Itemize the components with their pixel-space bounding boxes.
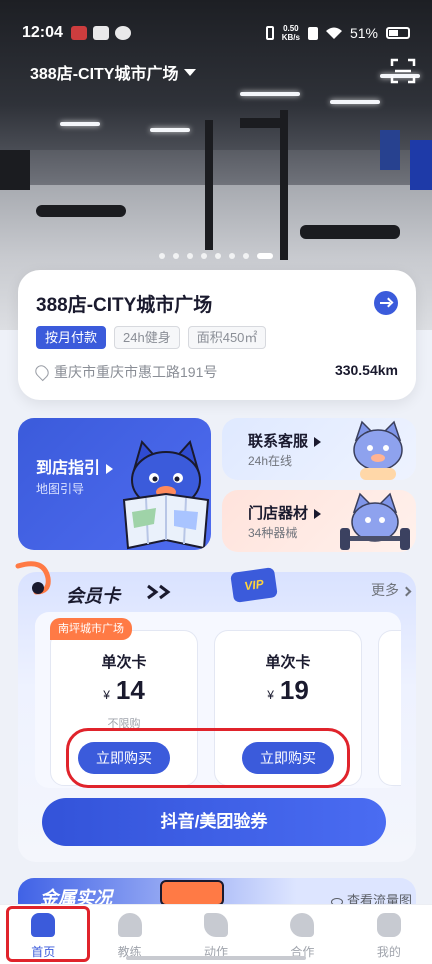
- app-notification-icon: [92, 26, 109, 40]
- battery-percent: 51%: [349, 25, 378, 41]
- treadmill: [0, 150, 30, 190]
- annotation-highlight-buttons: [66, 728, 350, 788]
- system-home-indicator[interactable]: [126, 956, 306, 960]
- carousel-dot[interactable]: [229, 253, 235, 259]
- equipment-rack: [280, 110, 288, 260]
- card-price: ¥19: [215, 675, 361, 706]
- profile-icon: [376, 913, 401, 937]
- annotation-highlight-home: [6, 906, 90, 962]
- store-selector-label: 388店-CITY城市广场: [30, 66, 179, 83]
- store-badge: 南坪城市广场: [50, 618, 132, 640]
- vibrate-icon: [265, 26, 274, 40]
- chevron-right-icon: [401, 586, 412, 597]
- status-bar: 12:04 0.50 KB/s 51%: [0, 0, 432, 50]
- app-notification-icon: [114, 26, 131, 40]
- vip-badge-text: VIP: [243, 576, 265, 594]
- price-value: 14: [115, 675, 145, 705]
- currency-symbol: ¥: [103, 688, 110, 702]
- ceiling-light: [330, 100, 380, 104]
- carousel-dots: [0, 253, 432, 259]
- sim-icon: [307, 26, 318, 40]
- store-distance: 330.54km: [334, 362, 398, 378]
- wall-panel: [380, 130, 400, 170]
- more-link[interactable]: 更多: [371, 580, 412, 600]
- service-subtitle: 24h在线: [248, 454, 293, 468]
- equipment-rack: [205, 120, 213, 250]
- card-price: ¥14: [51, 675, 197, 706]
- carousel-dot[interactable]: [173, 253, 179, 259]
- carousel-dot[interactable]: [159, 253, 165, 259]
- store-selector[interactable]: 388店-CITY城市广场: [30, 60, 197, 84]
- store-name: 388店-CITY城市广场: [36, 295, 213, 316]
- guide-tile[interactable]: 到店指引 地图引导: [18, 418, 211, 550]
- membership-card-peek[interactable]: [378, 630, 401, 786]
- network-speed: 0.50 KB/s: [282, 24, 300, 42]
- tag-area: 面积450㎡: [187, 326, 267, 349]
- wall-panel: [410, 140, 432, 190]
- equipment-rack: [240, 118, 286, 128]
- carousel-dot[interactable]: [201, 253, 207, 259]
- double-chevron-right-icon: [147, 584, 171, 600]
- location-pin-icon: [32, 362, 52, 382]
- triangle-right-icon: [314, 437, 322, 448]
- price-value: 19: [279, 675, 309, 705]
- guide-title-text: 到店指引: [36, 460, 101, 477]
- more-label: 更多: [371, 582, 399, 598]
- nav-profile[interactable]: 我的: [346, 905, 432, 964]
- address-text: 重庆市重庆市惠工路191号: [54, 364, 218, 380]
- net-speed-value: 0.50: [283, 24, 299, 33]
- carousel-dot[interactable]: [187, 253, 193, 259]
- tag-hours: 24h健身: [114, 326, 180, 349]
- member-section-title: 会员卡: [66, 586, 120, 606]
- store-info-card[interactable]: 388店-CITY城市广场 按月付款 24h健身 面积450㎡ 重庆市重庆市惠工…: [18, 270, 416, 400]
- guide-subtitle: 地图引导: [36, 482, 85, 496]
- status-right: 0.50 KB/s 51%: [265, 24, 410, 42]
- camera-illustration: [160, 880, 224, 906]
- store-address[interactable]: 重庆市重庆市惠工路191号: [32, 362, 218, 382]
- card-title: 单次卡: [265, 654, 311, 671]
- chevron-down-icon: [184, 68, 197, 76]
- equipment-subtitle: 34种器械: [248, 526, 298, 540]
- mascot-map-illustration: [122, 440, 210, 550]
- net-speed-unit: KB/s: [281, 33, 300, 42]
- partnership-icon: [290, 913, 315, 937]
- equipment-title: 门店器材: [248, 502, 322, 523]
- carousel-dot[interactable]: [215, 253, 221, 259]
- store-tags: 按月付款 24h健身 面积450㎡: [36, 326, 267, 349]
- vip-badge: VIP: [230, 567, 278, 603]
- arrow-right-icon[interactable]: [374, 291, 398, 315]
- coach-icon: [117, 913, 142, 937]
- voucher-verify-button[interactable]: 抖音/美团验券: [42, 798, 386, 846]
- ceiling-light: [150, 128, 190, 132]
- guide-title: 到店指引: [36, 454, 114, 478]
- wifi-icon: [325, 27, 342, 39]
- triangle-right-icon: [106, 463, 114, 474]
- currency-symbol: ¥: [267, 688, 274, 702]
- nav-label: 我的: [376, 945, 401, 959]
- exercise-icon: [204, 913, 229, 937]
- ceiling-light: [240, 92, 300, 96]
- notification-icons: [70, 26, 131, 40]
- tag-payment: 按月付款: [36, 326, 107, 349]
- card-title: 单次卡: [101, 654, 147, 671]
- service-title-text: 联系客服: [248, 433, 309, 450]
- scan-icon[interactable]: [390, 58, 416, 84]
- bench: [36, 205, 126, 217]
- bench: [300, 225, 400, 239]
- status-time: 12:04: [22, 24, 63, 41]
- carousel-dot[interactable]: [243, 253, 249, 259]
- service-title: 联系客服: [248, 430, 322, 451]
- customer-service-tile[interactable]: 联系客服 24h在线: [222, 418, 416, 480]
- decorative-swirl-icon: [15, 561, 51, 595]
- battery-icon: [386, 27, 410, 39]
- mascot-dumbbell-illustration: [340, 492, 410, 550]
- equipment-tile[interactable]: 门店器材 34种器械: [222, 490, 416, 552]
- app-notification-icon: [70, 26, 87, 40]
- equipment-title-text: 门店器材: [248, 505, 309, 522]
- triangle-right-icon: [314, 509, 322, 520]
- ceiling-light: [60, 122, 100, 126]
- mascot-headset-illustration: [353, 420, 403, 480]
- carousel-dot[interactable]: [257, 253, 273, 259]
